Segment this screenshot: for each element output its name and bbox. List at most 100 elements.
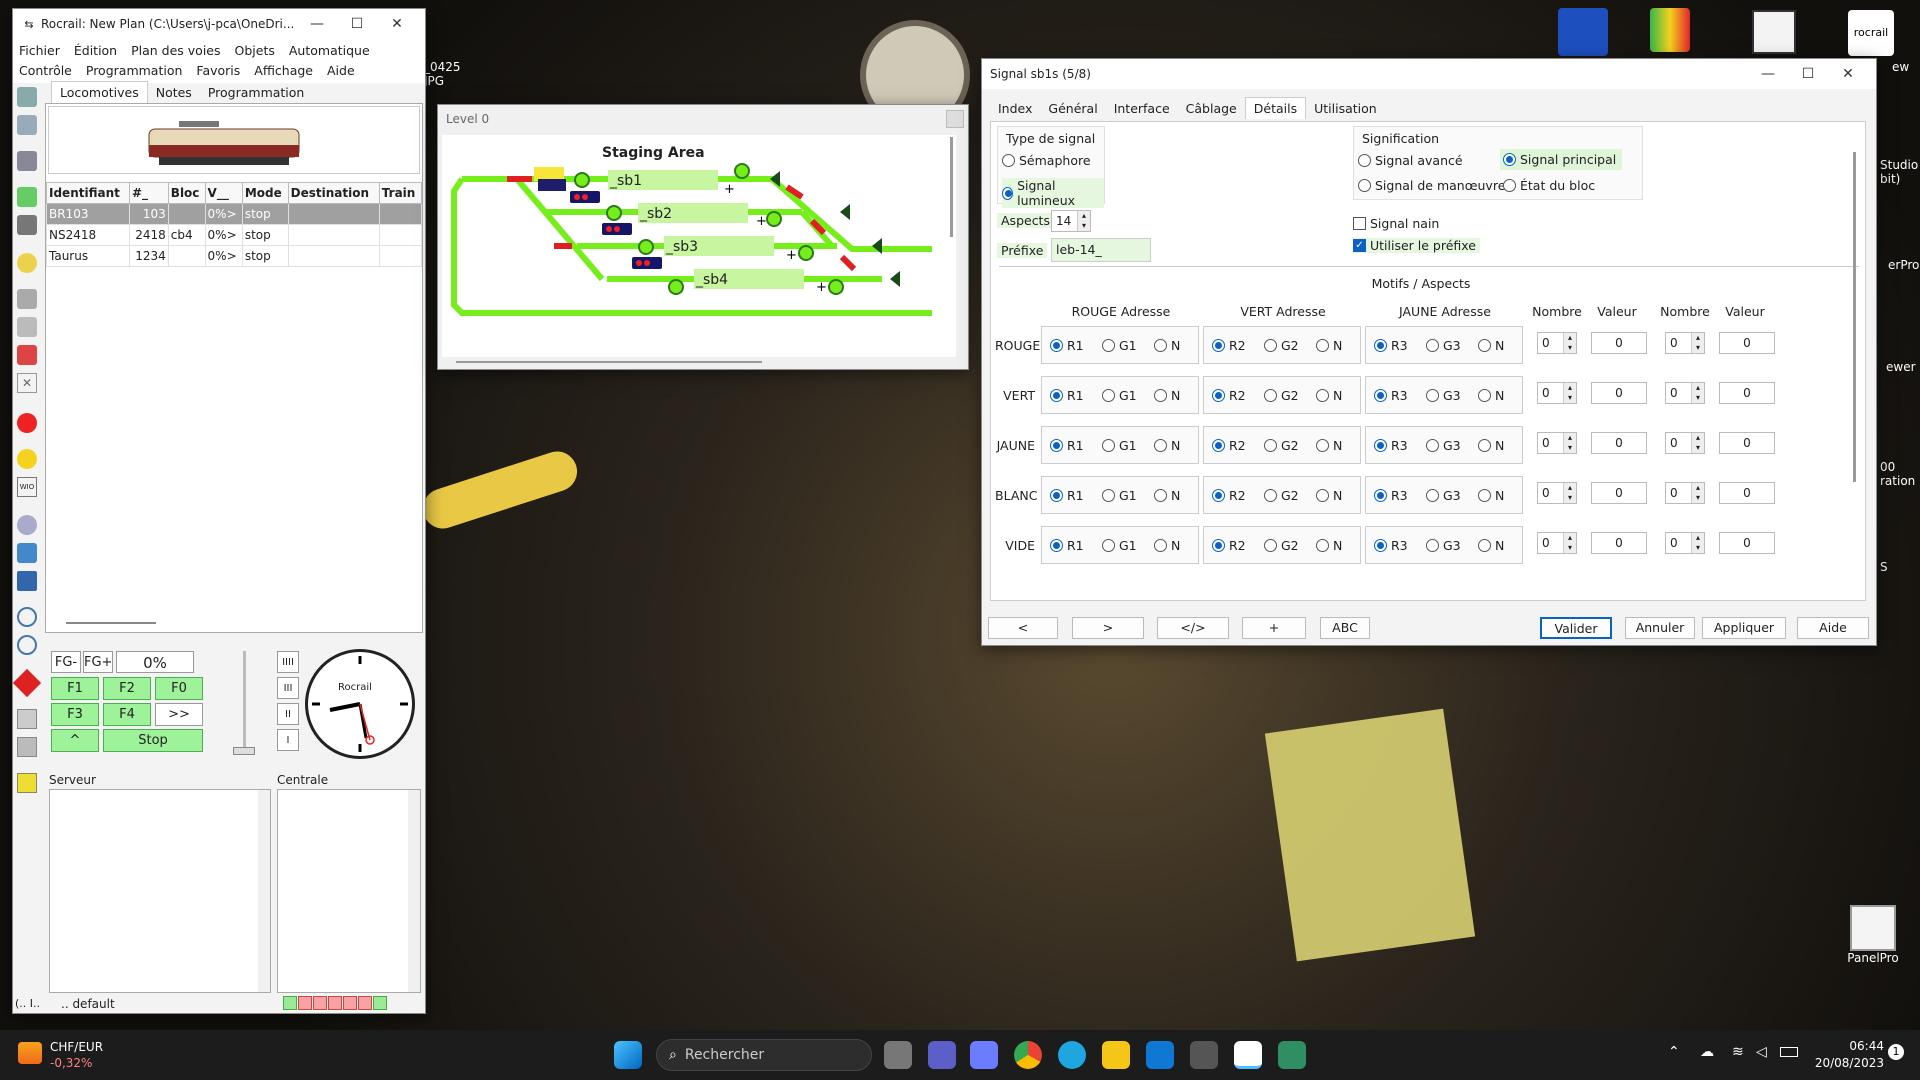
loco-hscrollbar[interactable] (66, 622, 156, 624)
aide-button[interactable]: Aide (1797, 617, 1869, 639)
nav-xml-button[interactable]: </> (1157, 617, 1229, 639)
desktop-icon-editor[interactable] (1752, 10, 1796, 54)
radio-lumineux[interactable]: Signal lumineux (1002, 178, 1104, 208)
aspect-radio[interactable]: R2 (1212, 338, 1256, 353)
block-sb4[interactable]: _sb4 (696, 272, 728, 288)
f1-button[interactable]: F1 (51, 677, 99, 700)
aspect-radio[interactable]: G2 (1264, 488, 1308, 503)
alert-icon[interactable] (12, 668, 42, 698)
nombre-spinner[interactable]: 0 (1665, 482, 1705, 504)
menu-automatique[interactable]: Automatique (289, 41, 370, 61)
valeur-input[interactable]: 0 (1591, 432, 1647, 454)
aspect-radio[interactable]: R2 (1212, 438, 1256, 453)
col-identifiant[interactable]: Identifiant (46, 182, 130, 204)
col-train[interactable]: Train (378, 182, 423, 204)
col-bloc[interactable]: Bloc (167, 182, 206, 204)
table-row[interactable]: Taurus 1234 0%> stop (46, 245, 423, 267)
wio-icon[interactable]: WIO (17, 477, 37, 497)
aspect-radio[interactable]: N (1316, 438, 1354, 453)
smiley-icon[interactable] (17, 449, 37, 469)
menu-plan[interactable]: Plan des voies (131, 41, 220, 61)
valeur-input[interactable]: 0 (1719, 432, 1775, 454)
windows-start-icon[interactable] (614, 1041, 642, 1069)
weather-icon[interactable] (18, 1042, 42, 1064)
tool-icon-2[interactable] (17, 115, 37, 135)
aspect-radio[interactable]: G3 (1426, 438, 1470, 453)
nombre-spinner[interactable]: 0 (1537, 432, 1577, 454)
valeur-input[interactable]: 0 (1591, 332, 1647, 354)
direction-button[interactable]: ^ (51, 729, 99, 752)
search-box[interactable]: ⌕ Rechercher (656, 1039, 872, 1071)
tool-icon-21[interactable] (17, 737, 37, 757)
plan-close-icon[interactable] (946, 110, 964, 128)
desktop-icon-panelpro[interactable]: PanelPro (1845, 905, 1901, 975)
aspect-radio[interactable]: N (1154, 438, 1192, 453)
menu-aide[interactable]: Aide (327, 61, 355, 81)
checkbox-signal-nain[interactable]: Signal nain (1353, 216, 1439, 231)
valeur-input[interactable]: 0 (1591, 382, 1647, 404)
locomotive-marker[interactable] (538, 179, 566, 191)
nombre-spinner[interactable]: 0 (1665, 332, 1705, 354)
menu-edition[interactable]: Édition (74, 41, 117, 61)
aspect-radio[interactable]: N (1478, 438, 1516, 453)
signal-titlebar[interactable]: Signal sb1s (5/8) — ☐ ✕ (982, 59, 1876, 89)
aspect-radio[interactable]: G3 (1426, 538, 1470, 553)
tab-locomotives[interactable]: Locomotives (51, 81, 148, 103)
aspect-radio[interactable]: R1 (1050, 438, 1094, 453)
speed-slider[interactable] (233, 651, 255, 757)
minimize-icon[interactable]: — (1748, 66, 1788, 82)
clock-time[interactable]: 06:44 (1810, 1039, 1884, 1053)
maximize-icon[interactable]: ☐ (337, 16, 377, 32)
tool-icon-4[interactable] (17, 187, 37, 207)
aspect-radio[interactable]: G2 (1264, 338, 1308, 353)
prefix-input[interactable]: leb-14_ (1051, 238, 1151, 262)
plan-vscrollbar[interactable] (950, 137, 953, 237)
minimize-icon[interactable]: — (297, 16, 337, 32)
close-x-icon[interactable]: ✕ (17, 373, 37, 393)
aspect-radio[interactable]: R2 (1212, 538, 1256, 553)
aspect-radio[interactable]: N (1316, 388, 1354, 403)
block-sb1[interactable]: _sb1 (610, 173, 642, 189)
rocrail-titlebar[interactable]: ⇆ Rocrail: New Plan (C:\Users\j-pca\OneD… (13, 9, 425, 39)
col-destination[interactable]: Destination (287, 182, 380, 204)
aspect-radio[interactable]: R3 (1374, 438, 1418, 453)
aspects-spinner[interactable]: 14 (1051, 210, 1091, 232)
nombre-spinner[interactable]: 0 (1537, 332, 1577, 354)
aspect-radio[interactable]: R1 (1050, 388, 1094, 403)
valeur-input[interactable]: 0 (1591, 532, 1647, 554)
nav-abc-button[interactable]: ABC (1320, 617, 1370, 639)
tool-icon-15[interactable] (17, 543, 37, 563)
tab-details[interactable]: Détails (1244, 97, 1307, 119)
aspect-radio[interactable]: G1 (1102, 338, 1146, 353)
tab-cablage[interactable]: Câblage (1178, 98, 1245, 119)
aspect-radio[interactable]: G2 (1264, 388, 1308, 403)
menu-controle[interactable]: Contrôle (19, 61, 72, 81)
tool-icon-1[interactable] (17, 87, 37, 107)
aspect-radio[interactable]: R1 (1050, 538, 1094, 553)
step-1-button[interactable]: I (277, 729, 299, 751)
tray-chevron-icon[interactable]: ⌃ (1668, 1044, 1680, 1060)
table-row[interactable]: NS2418 2418 cb4 0%> stop (46, 224, 423, 246)
aspect-radio[interactable]: R2 (1212, 388, 1256, 403)
checkbox-use-prefix[interactable]: ✓ Utiliser le préfixe (1353, 238, 1480, 253)
aspect-radio[interactable]: N (1154, 388, 1192, 403)
nombre-spinner[interactable]: 0 (1537, 382, 1577, 404)
tool-icon-22[interactable] (17, 773, 37, 793)
nombre-spinner[interactable]: 0 (1665, 532, 1705, 554)
nav-prev-button[interactable]: < (988, 617, 1058, 639)
block-sb3[interactable]: _sb3 (666, 239, 698, 255)
aspect-radio[interactable]: N (1316, 538, 1354, 553)
tab-interface[interactable]: Interface (1106, 98, 1178, 119)
outlook-icon[interactable] (1146, 1041, 1174, 1069)
step-3-button[interactable]: III (277, 677, 299, 699)
train-app-icon[interactable] (1190, 1041, 1218, 1069)
f2-button[interactable]: F2 (103, 677, 151, 700)
aspect-radio[interactable]: G1 (1102, 438, 1146, 453)
panel-taskbar-icon[interactable] (1278, 1041, 1306, 1069)
valeur-input[interactable]: 0 (1591, 482, 1647, 504)
fg-minus-button[interactable]: FG- (51, 651, 81, 673)
aspect-radio[interactable]: N (1154, 488, 1192, 503)
volume-icon[interactable]: ◁ (1756, 1044, 1767, 1060)
aspect-radio[interactable]: G2 (1264, 538, 1308, 553)
nombre-spinner[interactable]: 0 (1665, 432, 1705, 454)
